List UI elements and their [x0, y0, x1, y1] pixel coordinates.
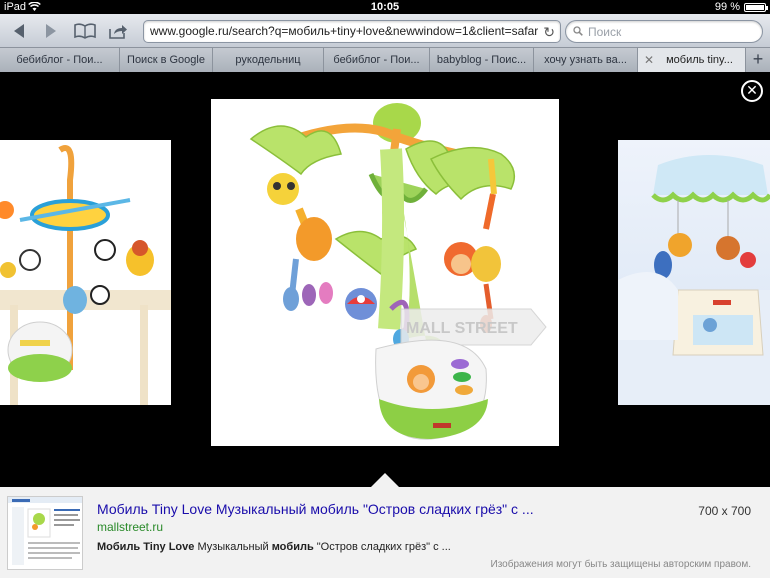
watermark-text: MALL STREET: [406, 320, 518, 337]
tab-1[interactable]: бебиблог - Пои...: [0, 48, 120, 72]
copyright-notice: Изображения могут быть защищены авторски…: [490, 559, 752, 570]
baby-mobile-image-prev: [0, 145, 171, 405]
result-description: Мобиль Tiny Love Музыкальный мобиль "Ост…: [97, 541, 451, 553]
back-button[interactable]: [6, 20, 32, 42]
url-text[interactable]: www.google.ru/search?q=мобиль+tiny+love&…: [150, 21, 538, 42]
reload-icon[interactable]: ↻: [543, 23, 555, 41]
tab-5[interactable]: babyblog - Поис...: [430, 48, 534, 72]
result-domain[interactable]: mallstreet.ru: [97, 520, 163, 534]
status-bar: iPad 10:05 99 %: [0, 0, 770, 14]
search-bar[interactable]: [565, 20, 763, 43]
share-icon: [109, 25, 127, 39]
tab-label: бебиблог - Пои...: [16, 54, 103, 66]
tab-label: бебиблог - Пои...: [333, 54, 420, 66]
book-icon: [74, 23, 96, 39]
battery-icon: [744, 3, 768, 12]
desc-bold: мобиль: [271, 541, 314, 553]
desc-text: Музыкальный: [194, 541, 272, 553]
tab-bar: бебиблог - Пои... Поиск в Google рукодел…: [0, 48, 770, 72]
tab-label: хочу узнать ва...: [544, 54, 627, 66]
previous-image[interactable]: [0, 140, 171, 405]
tab-label: рукодельниц: [235, 54, 301, 66]
clock: 10:05: [370, 1, 400, 13]
close-tab-icon[interactable]: ✕: [644, 48, 654, 72]
search-icon: [573, 26, 583, 36]
forward-button[interactable]: [38, 20, 64, 42]
back-arrow-icon: [14, 24, 24, 38]
result-title-link[interactable]: Мобиль Tiny Love Музыкальный мобиль "Ост…: [97, 501, 534, 517]
tab-2[interactable]: Поиск в Google: [120, 48, 213, 72]
tab-3[interactable]: рукодельниц: [213, 48, 324, 72]
tab-label: мобиль tiny...: [666, 54, 733, 66]
address-bar[interactable]: www.google.ru/search?q=мобиль+tiny+love&…: [143, 20, 561, 43]
baby-mobile-image-next: [618, 155, 770, 405]
share-button[interactable]: [105, 20, 131, 42]
baby-mobile-image-main: MALL STREET: [249, 103, 547, 440]
image-size: 700 x 700: [698, 504, 751, 518]
search-input[interactable]: [588, 23, 758, 40]
desc-text: "Остров сладких грёз" с ...: [313, 541, 451, 553]
tab-4[interactable]: бебиблог - Пои...: [324, 48, 430, 72]
webpage-thumbnail-image: [8, 497, 82, 565]
bookmarks-button[interactable]: [72, 20, 98, 42]
desc-bold: Мобиль Tiny Love: [97, 541, 195, 553]
new-tab-button[interactable]: +: [746, 48, 770, 72]
next-image[interactable]: [618, 140, 770, 405]
tab-6[interactable]: хочу узнать ва...: [534, 48, 638, 72]
tab-label: babyblog - Поис...: [436, 54, 527, 66]
close-viewer-button[interactable]: ✕: [741, 80, 763, 102]
browser-toolbar: www.google.ru/search?q=мобиль+tiny+love&…: [0, 14, 770, 48]
page-thumbnail[interactable]: [7, 496, 83, 570]
image-info-panel: Мобиль Tiny Love Музыкальный мобиль "Ост…: [0, 487, 770, 578]
selected-image[interactable]: MALL STREET: [211, 99, 559, 446]
selection-pointer: [371, 473, 399, 487]
battery-percent: 99 %: [714, 1, 740, 13]
forward-arrow-icon: [46, 24, 56, 38]
tab-7-active[interactable]: ✕ мобиль tiny...: [638, 48, 746, 72]
tab-label: Поиск в Google: [127, 54, 205, 66]
